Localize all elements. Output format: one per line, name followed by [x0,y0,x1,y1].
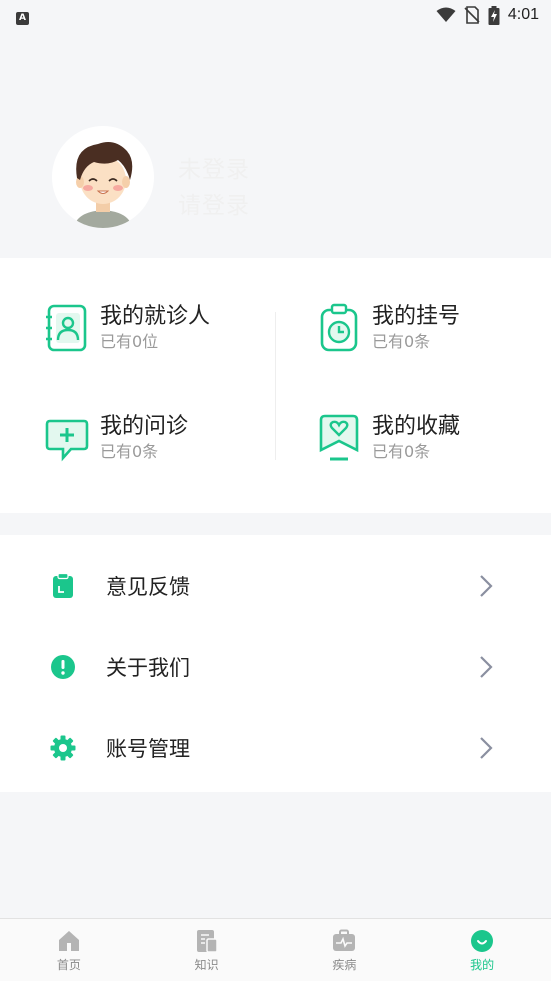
knowledge-icon [196,930,218,953]
tab-mine[interactable]: 我的 [413,919,551,981]
grid-item-my-favorites[interactable]: 我的收藏 已有0条 [317,413,460,463]
grid-item-text: 我的挂号 已有0条 [372,303,460,353]
heart-bookmark-icon [319,414,359,461]
clipboard-clock-icon [320,303,358,352]
grid-item-text: 我的就诊人 已有0位 [100,303,210,353]
grid-item-text: 我的收藏 已有0条 [372,413,460,463]
smile-icon [471,930,494,952]
no-sim-icon [464,6,480,24]
profile-header[interactable]: 未登录 请登录 [0,30,551,258]
grid-item-my-patients[interactable]: 我的就诊人 已有0位 [45,303,210,353]
gear-icon [50,735,76,761]
menu-item-feedback[interactable]: 意见反馈 [0,546,551,626]
status-right: 4:01 [436,5,539,25]
grid-item-count: 已有0条 [372,332,431,351]
chat-plus-icon [45,419,89,462]
grid-item-count: 已有0位 [100,332,159,351]
grid-item-my-consultations[interactable]: 我的问诊 已有0条 [45,413,188,463]
info-icon [51,655,75,679]
menu-item-label: 意见反馈 [106,575,190,599]
grid-item-my-registrations[interactable]: 我的挂号 已有0条 [317,303,460,353]
quick-entry-card: 我的就诊人 已有0位 我的挂号 已有0条 我的问诊 已有0条 我的收藏 已有0条 [0,258,551,513]
menu-item-label: 关于我们 [106,656,190,680]
home-icon [58,931,79,951]
avatar[interactable] [52,126,154,228]
tab-label: 知识 [194,958,219,972]
grid-item-title: 我的收藏 [372,414,461,439]
grid-item-count: 已有0条 [100,442,159,461]
status-bar: A 4:01 [0,0,551,30]
chevron-right-icon [480,575,493,597]
grid-item-title: 我的问诊 [100,414,189,439]
grid-item-title: 我的挂号 [372,304,461,329]
tab-disease[interactable]: 疾病 [276,919,414,981]
tab-label: 首页 [56,958,81,972]
avatar-illustration [52,126,154,228]
grid-item-text: 我的问诊 已有0条 [100,413,188,463]
chevron-right-icon [480,737,493,759]
status-time: 4:01 [507,6,539,23]
login-prompt-text[interactable]: 请登录 [178,186,250,220]
menu-item-account-management[interactable]: 账号管理 [0,708,551,788]
disease-icon [333,929,356,951]
chevron-right-icon [480,656,493,678]
feedback-icon [53,573,73,598]
grid-divider [275,312,276,460]
grid-item-count: 已有0条 [372,442,431,461]
patient-card-icon [46,304,87,352]
wifi-icon [436,7,456,22]
tab-knowledge[interactable]: 知识 [138,919,276,981]
tab-label: 疾病 [332,958,357,972]
tab-label: 我的 [470,958,495,972]
status-left: A [16,5,29,25]
login-status-text[interactable]: 未登录 [178,150,250,184]
menu-item-about-us[interactable]: 关于我们 [0,627,551,707]
bottom-tab-bar: 首页 知识 疾病 我的 [0,918,551,981]
grid-item-title: 我的就诊人 [100,304,211,329]
settings-menu: 意见反馈 关于我们 账号管理 [0,535,551,792]
tab-home[interactable]: 首页 [0,919,138,981]
battery-charging-icon [488,5,500,25]
menu-item-label: 账号管理 [106,737,190,761]
app-notification-icon: A [16,11,29,25]
